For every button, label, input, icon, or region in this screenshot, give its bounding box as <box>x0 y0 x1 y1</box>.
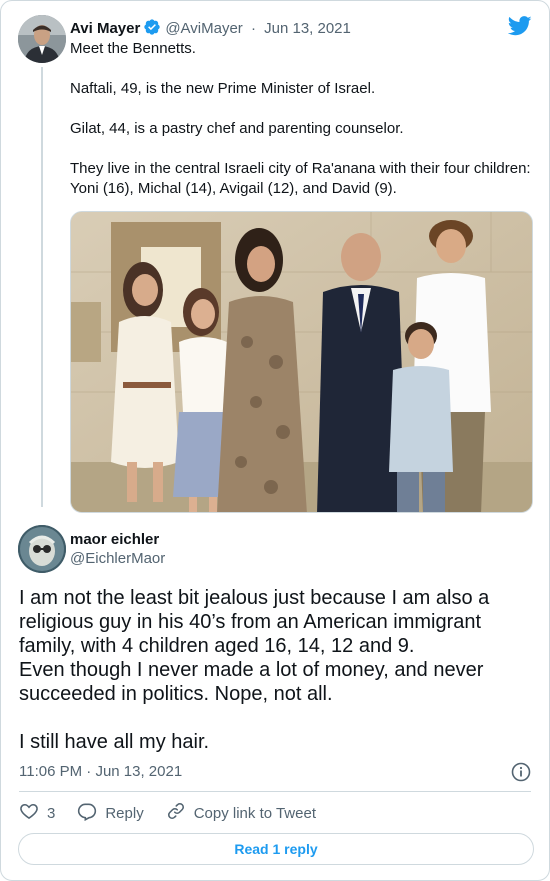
reply-label: Reply <box>105 804 144 822</box>
tweet-line: Gilat, 44, is a pastry chef and parentin… <box>70 120 404 137</box>
tweet-line: They live in the central Israeli city of… <box>70 160 531 177</box>
reply-date: Jun 13, 2021 <box>95 763 183 780</box>
tweet-embed-card: Avi Mayer @AviMayer · Jun 13, 2021 Meet t… <box>0 0 550 881</box>
family-photo[interactable] <box>70 211 533 513</box>
reply-timestamp[interactable]: 11:06 PM · Jun 13, 2021 <box>19 763 182 780</box>
heart-icon <box>19 801 47 825</box>
divider <box>19 791 531 792</box>
like-count: 3 <box>47 804 56 822</box>
timestamp-separator: · <box>86 763 92 780</box>
parent-tweet-date[interactable]: Jun 13, 2021 <box>264 20 351 37</box>
tweet-line: Yoni (16), Michal (14), Avigail (12), an… <box>70 180 397 197</box>
reply-icon <box>77 801 105 825</box>
reply-author-name[interactable]: maor eichler <box>70 530 165 549</box>
link-icon <box>166 801 194 825</box>
header-separator: · <box>250 20 256 37</box>
copy-link-label: Copy link to Tweet <box>193 804 316 822</box>
avi-mayer-avatar[interactable] <box>18 15 66 63</box>
tweet-line: succeeded in politics. Nope, not all. <box>19 683 333 705</box>
tweet-line: I still have all my hair. <box>19 731 210 753</box>
copy-link-button[interactable]: Copy link to Tweet <box>166 801 316 825</box>
twitter-bird-icon[interactable] <box>507 16 532 41</box>
reply-tweet-text: I am not the least bit jealous just beca… <box>19 586 534 754</box>
reply-tweet-header: maor eichler @EichlerMaor <box>70 530 165 569</box>
verified-badge-icon <box>143 18 161 41</box>
tweet-line: I am not the least bit jealous just beca… <box>19 587 490 609</box>
tweet-line: Naftali, 49, is the new Prime Minister o… <box>70 80 376 97</box>
parent-tweet-header: Avi Mayer @AviMayer · Jun 13, 2021 <box>70 18 351 41</box>
maor-eichler-avatar[interactable] <box>18 525 66 573</box>
read-replies-button[interactable]: Read 1 reply <box>18 833 534 865</box>
parent-tweet-text: Meet the Bennetts. Naftali, 49, is the n… <box>70 39 540 199</box>
tweet-line: religious guy in his 40’s from an Americ… <box>19 611 482 633</box>
tweet-line: Meet the Bennetts. <box>70 40 196 57</box>
like-button[interactable]: 3 <box>19 801 55 825</box>
parent-author-name[interactable]: Avi Mayer <box>70 20 140 37</box>
info-icon[interactable] <box>511 762 531 787</box>
reply-button[interactable]: Reply <box>77 801 144 825</box>
tweet-actions-bar: 3 Reply Copy link to Tweet <box>19 801 338 825</box>
tweet-line: Even though I never made a lot of money,… <box>19 659 484 681</box>
thread-connector-line <box>41 67 43 507</box>
reply-author-handle[interactable]: @EichlerMaor <box>70 549 165 569</box>
parent-author-handle[interactable]: @AviMayer <box>165 20 242 37</box>
reply-time: 11:06 PM <box>19 763 83 780</box>
tweet-line: family, with 4 children aged 16, 14, 12 … <box>19 635 415 657</box>
